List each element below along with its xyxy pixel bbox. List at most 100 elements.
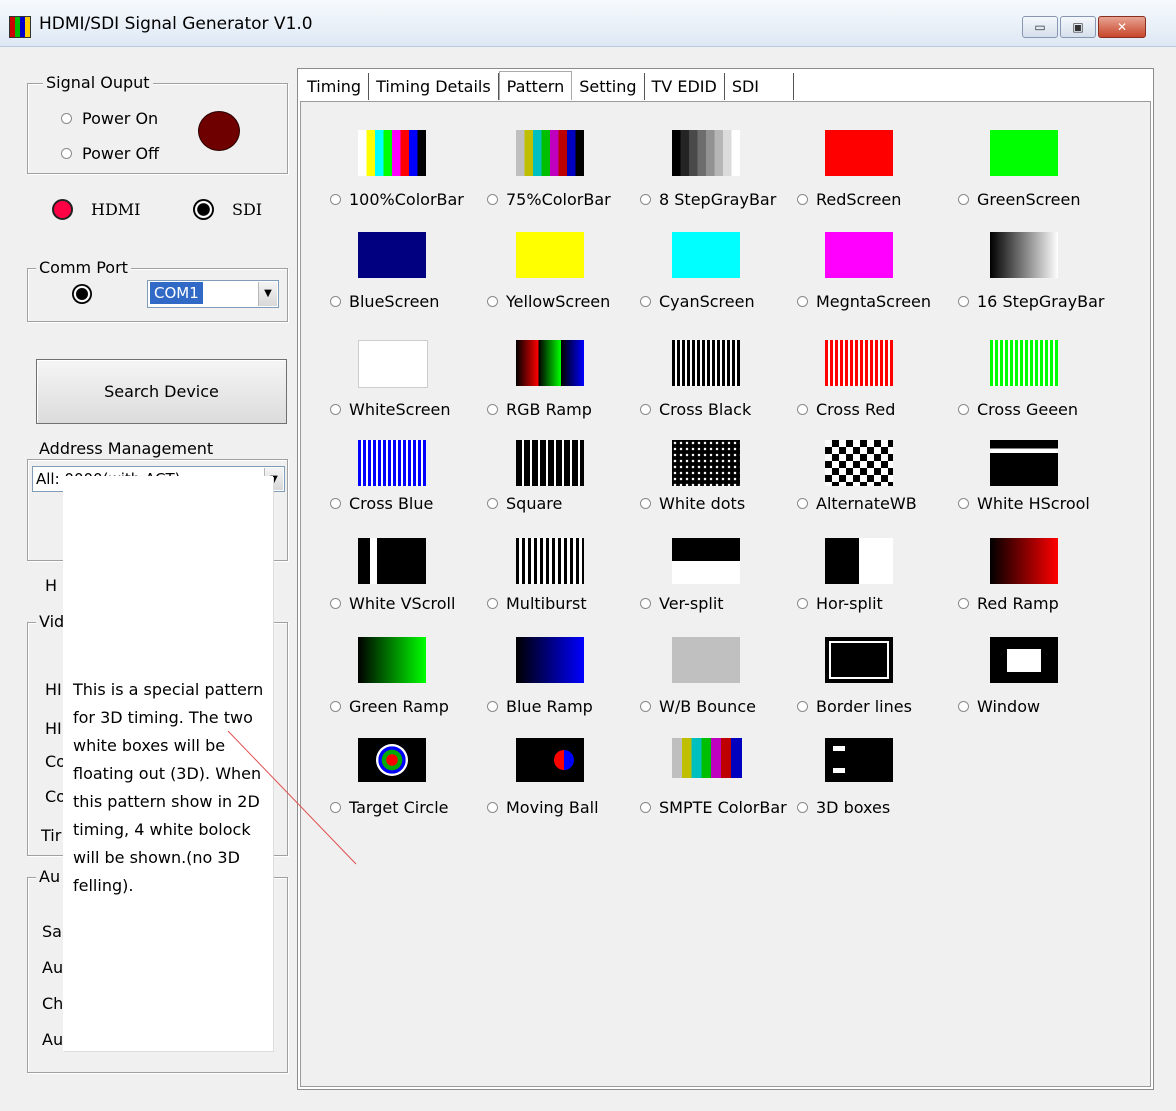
pattern-radio[interactable]: Moving Ball	[487, 798, 599, 817]
pattern-label: SMPTE ColorBar	[659, 798, 787, 817]
pattern-label: 75%ColorBar	[506, 190, 611, 209]
radio-icon	[330, 802, 341, 813]
hdmi-radio[interactable]: HDMI	[52, 199, 140, 220]
pattern-radio[interactable]: RedScreen	[797, 190, 901, 209]
pattern-radio[interactable]: Multiburst	[487, 594, 587, 613]
audio-row-label: Au	[42, 958, 64, 977]
radio-icon	[958, 194, 969, 205]
cyan-screen-icon	[672, 232, 740, 278]
comm-port-select[interactable]: COM1 ▼	[147, 280, 279, 308]
pattern-label: GreenScreen	[977, 190, 1081, 209]
sdi-radio[interactable]: SDI	[193, 199, 262, 220]
pattern-radio[interactable]: 100%ColorBar	[330, 190, 464, 209]
search-device-button[interactable]: Search Device	[36, 359, 287, 424]
white-screen-icon	[358, 340, 428, 388]
tab-timing[interactable]: Timing	[300, 73, 370, 100]
ver-split-icon	[672, 538, 740, 584]
cross-blue-icon	[358, 440, 426, 486]
pattern-radio[interactable]: 16 StepGrayBar	[958, 292, 1104, 311]
pattern-radio[interactable]: Cross Red	[797, 400, 895, 419]
pattern-radio[interactable]: GreenScreen	[958, 190, 1080, 209]
pattern-label: Ver-split	[659, 594, 724, 613]
pattern-radio[interactable]: Hor-split	[797, 594, 883, 613]
minimize-button[interactable]: ▭	[1022, 16, 1058, 38]
pattern-radio[interactable]: Ver-split	[640, 594, 724, 613]
pattern-radio[interactable]: Cross Blue	[330, 494, 433, 513]
cross-red-icon	[825, 340, 893, 386]
radio-icon	[797, 498, 808, 509]
multiburst-icon	[516, 538, 584, 584]
pattern-label: Red Ramp	[977, 594, 1059, 613]
target-circle-icon	[358, 738, 426, 782]
power-off-radio[interactable]: Power Off	[61, 144, 159, 163]
blue-screen-icon	[358, 232, 426, 278]
pattern-label: Multiburst	[506, 594, 587, 613]
pattern-radio[interactable]: BlueScreen	[330, 292, 439, 311]
radio-icon	[640, 498, 651, 509]
gray-16-step-icon	[990, 232, 1058, 278]
radio-icon	[797, 296, 808, 307]
pattern-label: W/B Bounce	[659, 697, 756, 716]
tab-setting[interactable]: Setting	[572, 73, 645, 100]
pattern-label: RedScreen	[816, 190, 902, 209]
pattern-radio[interactable]: Window	[958, 697, 1040, 716]
maximize-button[interactable]: ▣	[1060, 16, 1096, 38]
pattern-radio[interactable]: CyanScreen	[640, 292, 755, 311]
pattern-radio[interactable]: White HScrool	[958, 494, 1090, 513]
pattern-radio[interactable]: AlternateWB	[797, 494, 917, 513]
pattern-radio[interactable]: Red Ramp	[958, 594, 1059, 613]
power-on-label: Power On	[82, 109, 159, 128]
radio-icon	[487, 404, 498, 415]
pattern-radio[interactable]: Green Ramp	[330, 697, 449, 716]
tab-tv-edid[interactable]: TV EDID	[645, 73, 725, 100]
pattern-label: 8 StepGrayBar	[659, 190, 777, 209]
radio-icon	[487, 701, 498, 712]
pattern-radio[interactable]: MegntaScreen	[797, 292, 931, 311]
pattern-radio[interactable]: 3D boxes	[797, 798, 890, 817]
power-off-label: Power Off	[82, 144, 160, 163]
pattern-radio[interactable]: YellowScreen	[487, 292, 610, 311]
pattern-radio[interactable]: White dots	[640, 494, 745, 513]
tooltip-callout: This is a special pattern for 3D timing.…	[63, 476, 273, 1051]
radio-icon	[640, 802, 651, 813]
tab-sdi[interactable]: SDI	[725, 73, 795, 100]
pattern-radio[interactable]: 75%ColorBar	[487, 190, 611, 209]
tab-pattern[interactable]: Pattern	[498, 71, 573, 100]
video-row-label: HI	[45, 719, 62, 738]
pattern-radio[interactable]: WhiteScreen	[330, 400, 451, 419]
pattern-label: Window	[977, 697, 1041, 716]
pattern-radio[interactable]: W/B Bounce	[640, 697, 756, 716]
close-button[interactable]: ✕	[1098, 16, 1146, 38]
pattern-radio[interactable]: Target Circle	[330, 798, 449, 817]
pattern-label: Cross Geeen	[977, 400, 1079, 419]
pattern-radio[interactable]: White VScroll	[330, 594, 455, 613]
power-on-radio[interactable]: Power On	[61, 109, 158, 128]
pattern-label: BlueScreen	[349, 292, 440, 311]
radio-icon	[797, 701, 808, 712]
pattern-radio[interactable]: Blue Ramp	[487, 697, 593, 716]
radio-icon	[330, 701, 341, 712]
pattern-label: White dots	[659, 494, 746, 513]
pattern-radio[interactable]: Border lines	[797, 697, 912, 716]
pattern-radio[interactable]: Square	[487, 494, 562, 513]
pattern-radio[interactable]: RGB Ramp	[487, 400, 592, 419]
wb-bounce-icon	[672, 637, 740, 683]
audio-group-label: Au	[36, 867, 64, 886]
pattern-label: Border lines	[816, 697, 912, 716]
pattern-label: Cross Black	[659, 400, 752, 419]
pattern-radio[interactable]: SMPTE ColorBar	[640, 798, 787, 817]
tab-timing-details[interactable]: Timing Details	[369, 73, 499, 100]
pattern-radio[interactable]: 8 StepGrayBar	[640, 190, 776, 209]
pattern-label: Cross Blue	[349, 494, 434, 513]
pattern-label: Blue Ramp	[506, 697, 593, 716]
pattern-radio[interactable]: Cross Geeen	[958, 400, 1078, 419]
pattern-label: White VScroll	[349, 594, 456, 613]
tab-strip: Timing Timing Details Pattern Setting TV…	[300, 71, 795, 100]
window-title: HDMI/SDI Signal Generator V1.0	[39, 14, 313, 34]
pattern-radio[interactable]: Cross Black	[640, 400, 751, 419]
red-ramp-icon	[990, 538, 1058, 584]
window-icon	[990, 637, 1058, 683]
pattern-label: 3D boxes	[816, 798, 891, 817]
cross-green-icon	[990, 340, 1058, 386]
video-row-label: Tir	[41, 826, 62, 845]
